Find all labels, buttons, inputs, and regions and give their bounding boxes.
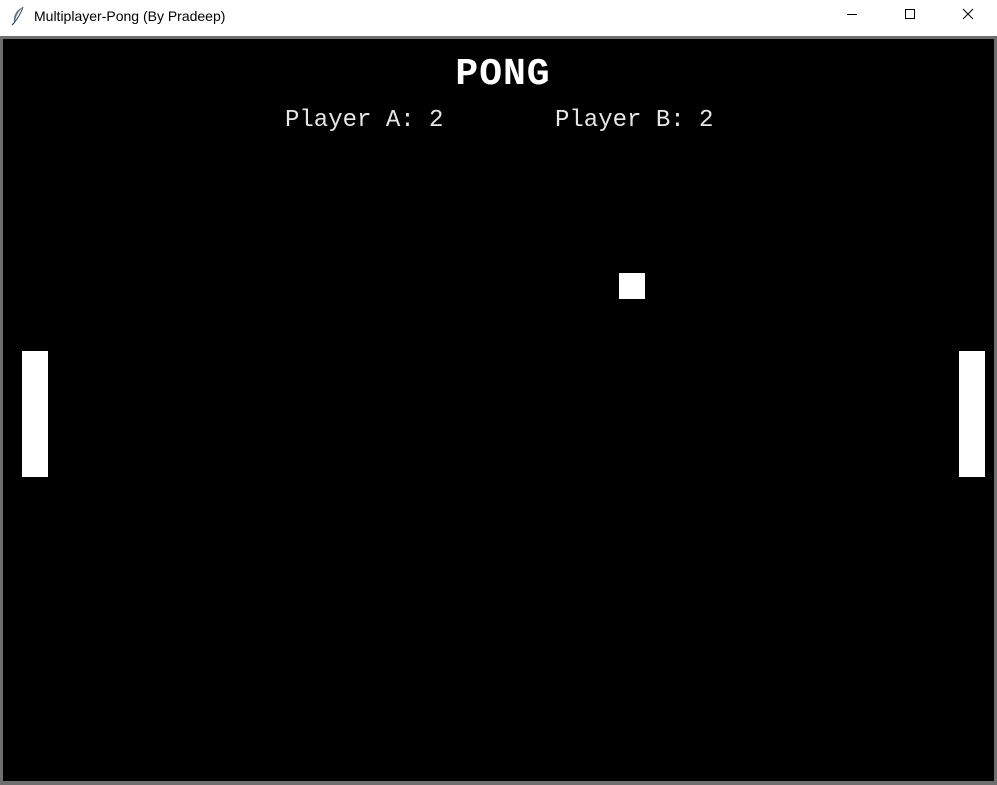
minimize-icon (846, 7, 858, 25)
game-canvas[interactable]: PONG Player A: 2 Player B: 2 (3, 39, 994, 781)
ball (619, 273, 645, 299)
player-b-score: Player B: 2 (555, 107, 714, 134)
close-button[interactable] (945, 0, 991, 32)
right-paddle (959, 351, 985, 477)
left-paddle (22, 351, 48, 477)
maximize-button[interactable] (887, 0, 933, 32)
window-title: Multiplayer-Pong (By Pradeep) (34, 8, 226, 24)
game-title: PONG (455, 53, 551, 96)
close-icon (962, 7, 974, 25)
maximize-icon (904, 7, 916, 25)
app-window: Multiplayer-Pong (By Pradeep) PONG Playe… (0, 0, 997, 785)
feather-icon (10, 6, 26, 26)
title-bar[interactable]: Multiplayer-Pong (By Pradeep) (0, 0, 997, 32)
canvas-border: PONG Player A: 2 Player B: 2 (0, 36, 997, 785)
minimize-button[interactable] (829, 0, 875, 32)
player-a-score: Player A: 2 (285, 107, 444, 134)
